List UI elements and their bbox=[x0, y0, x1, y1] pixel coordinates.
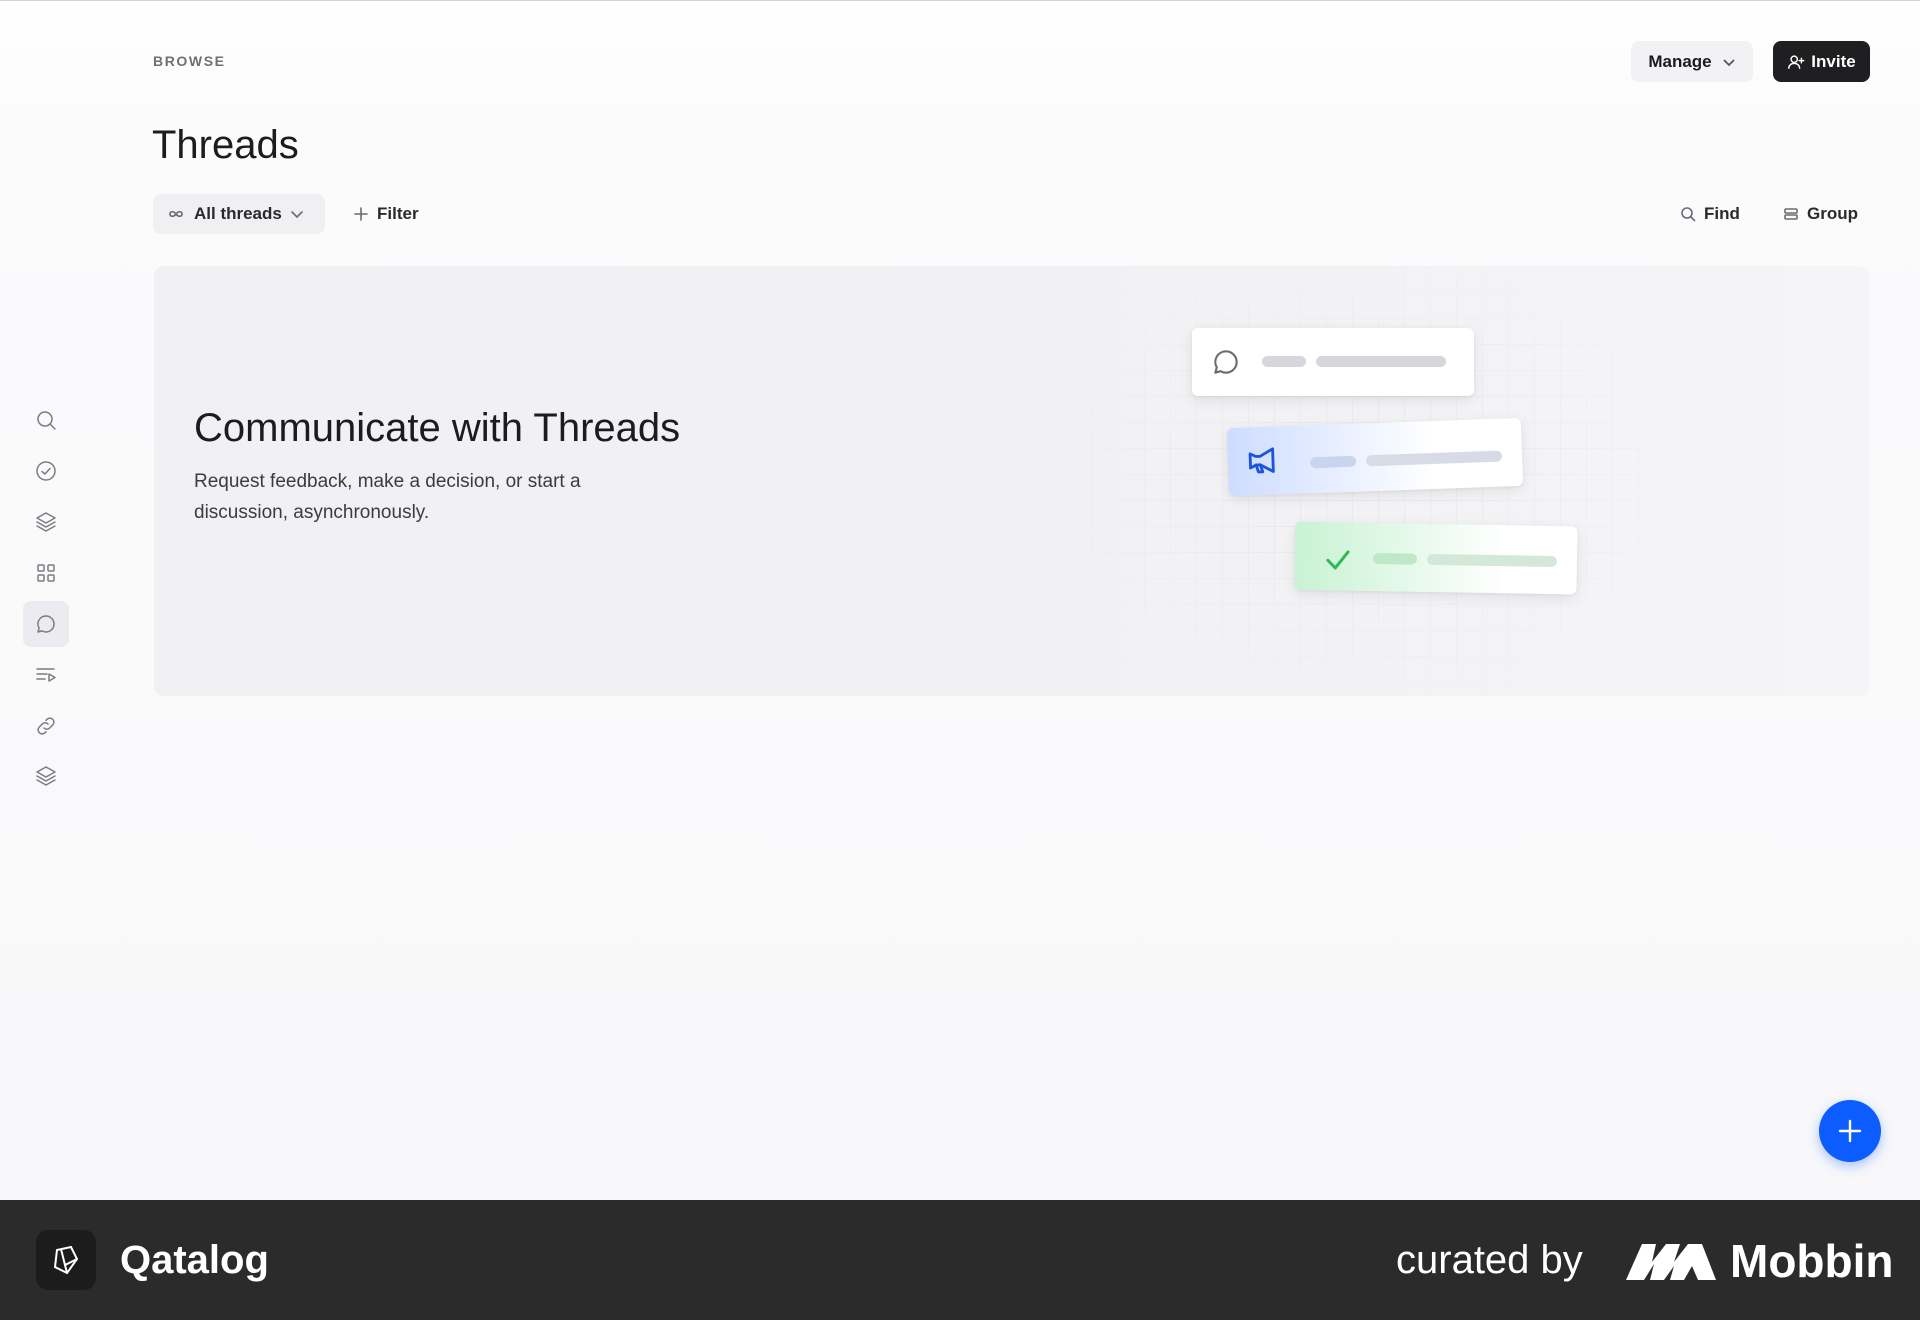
create-thread-button[interactable] bbox=[1819, 1100, 1881, 1162]
view-selector-label: All threads bbox=[194, 204, 282, 223]
page-title: Threads bbox=[152, 123, 299, 167]
placeholder-bar bbox=[1309, 455, 1357, 469]
sidebar-item-layers[interactable] bbox=[23, 499, 69, 545]
placeholder-bar bbox=[1262, 356, 1306, 367]
app-window: BROWSE Manage Invite Threads All threads… bbox=[0, 0, 1920, 1200]
illustration-card-announcement bbox=[1226, 417, 1524, 497]
manage-button[interactable]: Manage bbox=[1631, 41, 1753, 82]
invite-label: Invite bbox=[1811, 51, 1856, 71]
sidebar-item-apps[interactable] bbox=[23, 550, 69, 596]
curator-name: Mobbin bbox=[1730, 1235, 1894, 1287]
sidebar-item-stack[interactable] bbox=[23, 753, 69, 799]
check-icon bbox=[1326, 550, 1350, 570]
plus-icon bbox=[354, 207, 368, 221]
add-user-icon bbox=[1788, 54, 1805, 69]
placeholder-bar bbox=[1316, 356, 1446, 367]
mobbin-logo-icon bbox=[1626, 1244, 1716, 1280]
banner-title: Communicate with Threads bbox=[194, 406, 681, 450]
sidebar-item-tasks[interactable] bbox=[23, 448, 69, 494]
chevron-down-icon bbox=[1723, 58, 1735, 66]
check-circle-icon bbox=[36, 461, 56, 481]
chat-bubble-icon bbox=[1214, 350, 1238, 374]
plus-icon bbox=[1838, 1119, 1862, 1143]
group-label: Group bbox=[1807, 204, 1858, 223]
layers-icon bbox=[36, 766, 56, 786]
illustration-card-decision bbox=[1294, 521, 1578, 595]
placeholder-bar bbox=[1365, 450, 1503, 467]
link-icon bbox=[37, 717, 55, 735]
sidebar-item-threads[interactable] bbox=[23, 601, 69, 647]
filter-button[interactable]: Filter bbox=[349, 194, 423, 234]
brand-name: Qatalog bbox=[120, 1238, 269, 1282]
banner-description: Request feedback, make a decision, or st… bbox=[194, 471, 581, 523]
sidebar-item-links[interactable] bbox=[23, 703, 69, 749]
grid-icon bbox=[37, 564, 55, 582]
footer-bar: Qatalog curated by Mobbin bbox=[0, 1200, 1920, 1320]
illustration-card-discussion bbox=[1192, 328, 1474, 396]
group-button[interactable]: Group bbox=[1779, 194, 1862, 234]
sidebar-item-playlist[interactable] bbox=[23, 652, 69, 698]
sidebar bbox=[0, 1, 95, 1201]
qatalog-logo-icon bbox=[53, 1245, 79, 1275]
sidebar-item-search[interactable] bbox=[23, 397, 69, 443]
placeholder-bar bbox=[1426, 553, 1558, 568]
qatalog-logo bbox=[36, 1230, 96, 1290]
chat-bubble-icon bbox=[37, 615, 55, 633]
find-label: Find bbox=[1704, 204, 1740, 223]
curated-by-label: curated by bbox=[1396, 1238, 1583, 1282]
breadcrumb: BROWSE bbox=[153, 53, 226, 69]
find-button[interactable]: Find bbox=[1676, 194, 1744, 234]
layers-icon bbox=[36, 512, 56, 532]
search-icon bbox=[37, 411, 56, 430]
search-icon bbox=[1681, 207, 1696, 222]
filter-label: Filter bbox=[377, 204, 419, 223]
infinity-icon bbox=[169, 210, 183, 218]
empty-state-banner: Communicate with Threads Request feedbac… bbox=[154, 266, 1870, 696]
placeholder-bar bbox=[1372, 552, 1418, 565]
list-play-icon bbox=[36, 668, 56, 682]
chevron-down-icon bbox=[291, 211, 303, 218]
view-selector[interactable]: All threads bbox=[153, 194, 325, 234]
group-icon bbox=[1784, 208, 1798, 220]
manage-label: Manage bbox=[1648, 51, 1712, 71]
megaphone-icon bbox=[1248, 447, 1275, 474]
invite-button[interactable]: Invite bbox=[1773, 41, 1870, 82]
